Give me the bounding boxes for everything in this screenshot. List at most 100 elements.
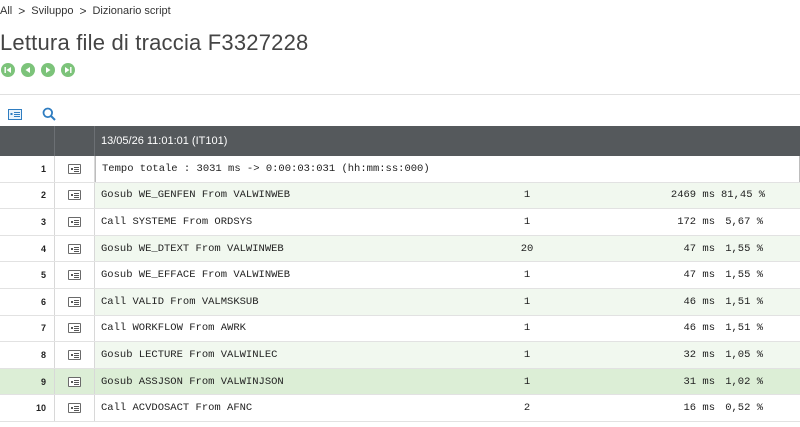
table-row[interactable]: 6 Call VALID From VALMSKSUB 1 46 ms 1,51…: [0, 288, 800, 316]
row-content: Call VALID From VALMSKSUB 1 46 ms 1,51 %: [95, 288, 800, 315]
row-number: 2: [0, 182, 55, 209]
row-content: Gosub WE_EFFACE From VALWINWEB 1 47 ms 1…: [95, 262, 800, 288]
row-detail-icon[interactable]: [68, 270, 81, 281]
table-row[interactable]: 9 Gosub ASSJSON From VALWINJSON 1 31 ms …: [0, 368, 800, 396]
call-count-value: 1: [523, 295, 531, 308]
call-count-value: 2: [523, 402, 531, 415]
row-detail-icon[interactable]: [68, 216, 81, 227]
call-count-value: 1: [523, 322, 531, 335]
row-content: Gosub LECTURE From VALWINLEC 1 32 ms 1,0…: [95, 342, 800, 368]
grid-toolbar: [7, 106, 57, 122]
table-row[interactable]: 8 Gosub LECTURE From VALWINLEC 1 32 ms 1…: [0, 342, 800, 369]
trace-label: Call ACVDOSACT From AFNC: [101, 402, 253, 415]
elapsed-ms: 47 ms: [683, 242, 715, 255]
call-count-value: 1: [523, 269, 531, 282]
grid-header: 13/05/26 11:01:01 (IT101): [0, 126, 800, 156]
row-detail-icon[interactable]: [68, 403, 81, 414]
row-content: Gosub WE_GENFEN From VALWINWEB 1 2469 ms…: [95, 182, 800, 209]
row-content: Tempo totale : 3031 ms -> 0:00:03:031 (h…: [95, 156, 800, 182]
row-content: Gosub ASSJSON From VALWINJSON 1 31 ms 1,…: [95, 368, 800, 395]
row-content: Gosub WE_DTEXT From VALWINWEB 20 47 ms 1…: [95, 235, 800, 262]
previous-page-icon[interactable]: [21, 63, 35, 77]
table-row[interactable]: 1 Tempo totale : 3031 ms -> 0:00:03:031 …: [0, 156, 800, 183]
elapsed-percent: 0,52 %: [725, 402, 763, 415]
table-row[interactable]: 10 Call ACVDOSACT From AFNC 2 16 ms 0,52…: [0, 395, 800, 422]
call-count-value: 1: [523, 348, 531, 361]
record-navigation: [1, 63, 75, 77]
page-title: Lettura file di traccia F3327228: [0, 30, 309, 55]
row-detail-cell: [55, 209, 95, 235]
header-title: 13/05/26 11:01:01 (IT101): [101, 135, 228, 147]
header-divider: [0, 94, 800, 95]
trace-label: Call VALID From VALMSKSUB: [101, 295, 259, 308]
trace-label: Gosub LECTURE From VALWINLEC: [101, 348, 278, 361]
next-page-icon[interactable]: [41, 63, 55, 77]
table-row[interactable]: 7 Call WORKFLOW From AWRK 1 46 ms 1,51 %: [0, 315, 800, 343]
row-number: 1: [0, 156, 55, 182]
trace-label: Gosub WE_DTEXT From VALWINWEB: [101, 242, 284, 255]
elapsed-ms: 31 ms: [683, 375, 715, 388]
elapsed-percent: 1,05 %: [725, 348, 763, 361]
row-number: 5: [0, 262, 55, 288]
call-count-value: 1: [523, 375, 531, 388]
trace-label: Call WORKFLOW From AWRK: [101, 322, 246, 335]
detail-view-icon[interactable]: [7, 106, 23, 122]
trace-label: Call SYSTEME From ORDSYS: [101, 215, 253, 228]
row-number: 8: [0, 342, 55, 368]
elapsed-ms: 16 ms: [683, 402, 715, 415]
table-row[interactable]: 4 Gosub WE_DTEXT From VALWINWEB 20 47 ms…: [0, 235, 800, 263]
row-detail-icon[interactable]: [68, 349, 81, 360]
elapsed-percent: 1,55 %: [725, 242, 763, 255]
elapsed-ms: 46 ms: [683, 295, 715, 308]
table-row[interactable]: 5 Gosub WE_EFFACE From VALWINWEB 1 47 ms…: [0, 262, 800, 289]
trace-label: Gosub ASSJSON From VALWINJSON: [101, 375, 284, 388]
elapsed-ms: 46 ms: [683, 322, 715, 335]
call-count-value: 1: [523, 189, 531, 202]
elapsed-percent: 81,45 %: [721, 189, 766, 202]
row-detail-cell: [55, 235, 95, 262]
header-row-number-column: [0, 126, 55, 156]
trace-label: Gosub WE_EFFACE From VALWINWEB: [101, 269, 291, 282]
trace-label: Tempo totale : 3031 ms -> 0:00:03:031 (h…: [102, 162, 430, 175]
trace-grid: 13/05/26 11:01:01 (IT101) 1 Tempo totale…: [0, 126, 800, 422]
elapsed-percent: 1,51 %: [725, 295, 763, 308]
elapsed-percent: 1,02 %: [725, 375, 763, 388]
table-row[interactable]: 2 Gosub WE_GENFEN From VALWINWEB 1 2469 …: [0, 182, 800, 210]
search-icon[interactable]: [41, 106, 57, 122]
last-page-icon[interactable]: [61, 63, 75, 77]
row-content: Call SYSTEME From ORDSYS 1 172 ms 5,67 %: [95, 209, 800, 235]
call-count-value: 1: [523, 215, 531, 228]
table-row[interactable]: 3 Call SYSTEME From ORDSYS 1 172 ms 5,67…: [0, 209, 800, 236]
row-detail-icon[interactable]: [68, 323, 81, 334]
elapsed-percent: 1,51 %: [725, 322, 763, 335]
call-count-value: 20: [520, 242, 534, 255]
row-detail-icon[interactable]: [68, 376, 81, 387]
row-detail-cell: [55, 156, 95, 182]
elapsed-ms: 2469 ms: [670, 189, 715, 202]
row-number: 3: [0, 209, 55, 235]
row-detail-cell: [55, 262, 95, 288]
header-icon-column: [55, 126, 95, 156]
row-number: 10: [0, 395, 55, 421]
breadcrumb-separator: >: [79, 4, 87, 18]
breadcrumb-separator: >: [18, 4, 26, 18]
breadcrumb-item-all[interactable]: All: [0, 5, 12, 17]
breadcrumb: All > Sviluppo > Dizionario script: [0, 3, 171, 19]
row-detail-icon[interactable]: [68, 190, 81, 201]
row-detail-cell: [55, 315, 95, 342]
elapsed-ms: 172 ms: [677, 215, 715, 228]
first-page-icon[interactable]: [1, 63, 15, 77]
row-detail-cell: [55, 288, 95, 315]
elapsed-ms: 47 ms: [683, 269, 715, 282]
elapsed-percent: 5,67 %: [725, 215, 763, 228]
row-detail-icon[interactable]: [68, 163, 81, 174]
row-detail-icon[interactable]: [68, 243, 81, 254]
row-content: Call ACVDOSACT From AFNC 2 16 ms 0,52 %: [95, 395, 800, 421]
row-content: Call WORKFLOW From AWRK 1 46 ms 1,51 %: [95, 316, 800, 342]
breadcrumb-item-dizionario-script[interactable]: Dizionario script: [92, 5, 170, 17]
row-detail-cell: [55, 395, 95, 421]
breadcrumb-item-sviluppo[interactable]: Sviluppo: [31, 5, 73, 17]
trace-label: Gosub WE_GENFEN From VALWINWEB: [101, 189, 291, 202]
row-detail-icon[interactable]: [68, 296, 81, 307]
row-detail-cell: [55, 368, 95, 395]
